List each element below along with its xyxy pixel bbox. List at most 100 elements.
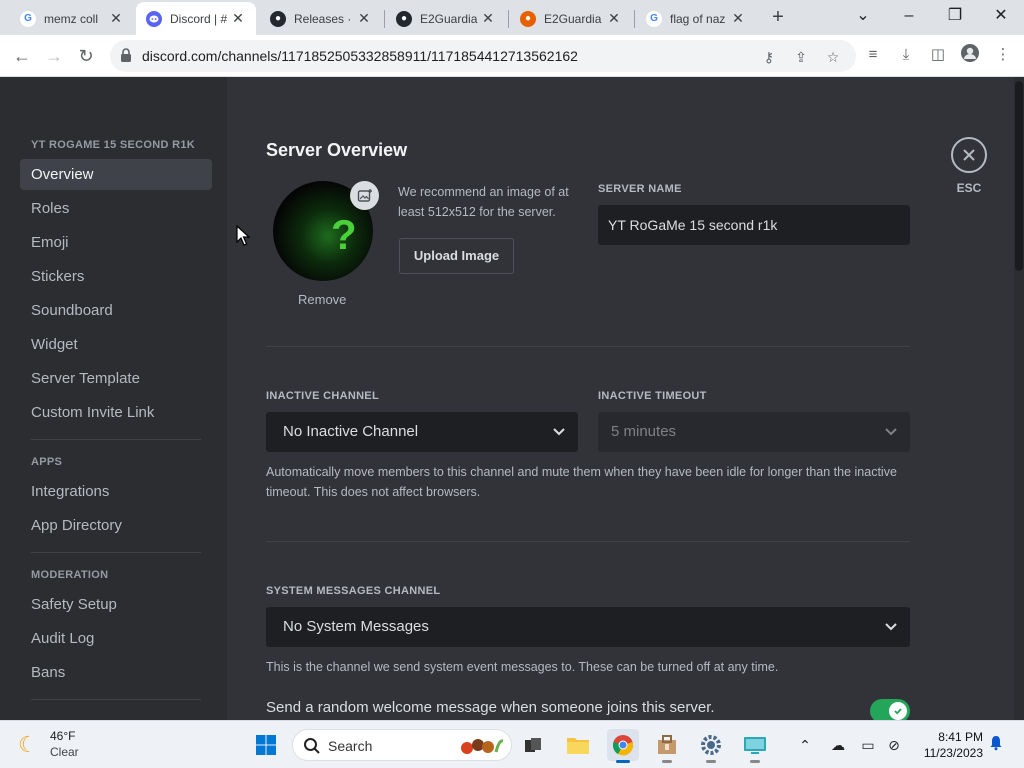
- sidebar-item-soundboard[interactable]: Soundboard: [20, 295, 212, 326]
- browser-tab-5[interactable]: ● E2Guardia ✕: [510, 2, 632, 35]
- weather-temperature: 46°F: [50, 729, 76, 743]
- discord-icon: [146, 10, 162, 27]
- sidebar-item-server-template[interactable]: Server Template: [20, 363, 212, 394]
- system-messages-value: No System Messages: [283, 618, 429, 635]
- sidebar-divider: [31, 699, 201, 700]
- minimize-button[interactable]: –: [895, 4, 923, 28]
- tab-separator: [634, 10, 635, 28]
- close-tab-icon[interactable]: ✕: [480, 10, 496, 27]
- clock-date: 11/23/2023: [923, 746, 983, 760]
- chevron-up-icon[interactable]: ⌃: [795, 735, 815, 755]
- inactive-timeout-value: 5 minutes: [611, 423, 677, 440]
- display-icon[interactable]: ▭: [858, 735, 878, 755]
- system-messages-label: SYSTEM MESSAGES CHANNEL: [266, 585, 441, 597]
- key-icon[interactable]: ⚷: [759, 47, 779, 67]
- reload-icon[interactable]: ↻: [73, 43, 99, 69]
- taskbar-search[interactable]: Search: [292, 729, 512, 761]
- inactive-timeout-select: 5 minutes: [598, 412, 910, 452]
- search-placeholder: Search: [328, 738, 373, 754]
- browser-tab-4[interactable]: ● E2Guardia ✕: [386, 2, 506, 35]
- tab-strip: G memz coll ✕ Discord | # ✕ ● Releases ·…: [0, 0, 1024, 35]
- moon-icon: ☾: [18, 732, 38, 757]
- maximize-button[interactable]: ❐: [941, 4, 969, 28]
- url-text[interactable]: discord.com/channels/1171852505332858911…: [142, 48, 578, 64]
- file-explorer-icon[interactable]: [562, 729, 594, 761]
- github-icon: ●: [396, 10, 412, 27]
- sidebar-item-roles[interactable]: Roles: [20, 193, 212, 224]
- new-tab-button[interactable]: +: [766, 5, 790, 29]
- mouse-cursor-icon: [236, 225, 250, 246]
- close-tab-icon[interactable]: ✕: [108, 10, 124, 27]
- address-bar[interactable]: discord.com/channels/1171852505332858911…: [110, 40, 856, 72]
- chevron-down-icon: [885, 623, 897, 631]
- cloud-offline-icon[interactable]: ☁: [828, 735, 848, 755]
- upload-image-button[interactable]: Upload Image: [399, 238, 514, 274]
- clock-time: 8:41 PM: [938, 730, 983, 744]
- chrome-menu-icon[interactable]: ⋮: [991, 43, 1015, 67]
- taskbar: ☾ 46°F Clear Search ⌃ ☁ ▭ ⊘ 8:41 PM 11/2…: [0, 720, 1024, 768]
- back-arrow-icon[interactable]: ←: [9, 43, 35, 69]
- close-tab-icon[interactable]: ✕: [230, 10, 246, 27]
- close-window-button[interactable]: ✕: [987, 4, 1015, 28]
- close-tab-icon[interactable]: ✕: [730, 10, 746, 27]
- inactive-channel-select[interactable]: No Inactive Channel: [266, 412, 578, 452]
- system-clock[interactable]: 8:41 PM 11/23/2023: [913, 729, 983, 761]
- volume-muted-icon[interactable]: ⊘: [884, 735, 904, 755]
- sidebar-item-safety-setup[interactable]: Safety Setup: [20, 589, 212, 620]
- browser-tab-1[interactable]: G memz coll ✕: [10, 2, 134, 35]
- sidebar-item-custom-invite-link[interactable]: Custom Invite Link: [20, 397, 212, 428]
- settings-sidebar: YT ROGAME 15 SECOND R1K Overview Roles E…: [0, 77, 227, 720]
- profile-avatar-icon[interactable]: [958, 43, 982, 67]
- search-highlight-graphic: [461, 739, 504, 754]
- active-indicator: [616, 760, 630, 763]
- tab-title: E2Guardia: [420, 11, 478, 26]
- moderation-header: MODERATION: [31, 569, 109, 581]
- system-messages-help: This is the channel we send system event…: [266, 660, 779, 674]
- sidebar-item-stickers[interactable]: Stickers: [20, 261, 212, 292]
- weather-condition: Clear: [50, 745, 79, 759]
- google-icon: G: [646, 10, 662, 27]
- remove-icon-link[interactable]: Remove: [298, 292, 346, 307]
- tab-search-chevron-icon[interactable]: ⌄: [849, 4, 877, 28]
- close-tab-icon[interactable]: ✕: [606, 10, 622, 27]
- sidebar-item-bans[interactable]: Bans: [20, 657, 212, 688]
- share-icon[interactable]: ⇪: [791, 47, 811, 67]
- download-icon[interactable]: ⤓: [894, 43, 918, 67]
- scrollbar-thumb[interactable]: [1015, 81, 1023, 271]
- section-divider: [266, 346, 910, 347]
- google-icon: G: [20, 10, 36, 27]
- task-view-icon[interactable]: [517, 729, 549, 761]
- welcome-message-toggle[interactable]: [870, 699, 910, 720]
- media-queue-icon[interactable]: ≡: [861, 43, 885, 67]
- chevron-down-icon: [885, 428, 897, 436]
- question-mark-graphic: ?: [331, 211, 357, 258]
- browser-tab-2[interactable]: Discord | # ✕: [136, 2, 256, 35]
- side-panel-icon[interactable]: ◫: [926, 43, 950, 67]
- close-icon[interactable]: [951, 137, 987, 173]
- chrome-icon[interactable]: [607, 729, 639, 763]
- close-settings[interactable]: ESC: [951, 137, 987, 195]
- sidebar-item-audit-log[interactable]: Audit Log: [20, 623, 212, 654]
- tab-separator: [384, 10, 385, 28]
- store-app-icon[interactable]: [651, 729, 683, 763]
- sidebar-item-widget[interactable]: Widget: [20, 329, 212, 360]
- bookmark-star-icon[interactable]: ☆: [823, 47, 843, 67]
- close-tab-icon[interactable]: ✕: [356, 10, 372, 27]
- browser-tab-6[interactable]: G flag of naz ✕: [636, 2, 756, 35]
- notification-bell-icon[interactable]: [986, 735, 1006, 755]
- welcome-message-label: Send a random welcome message when someo…: [266, 699, 715, 716]
- sidebar-item-overview[interactable]: Overview: [20, 159, 212, 190]
- system-messages-select[interactable]: No System Messages: [266, 607, 910, 647]
- forward-arrow-icon[interactable]: →: [41, 43, 67, 69]
- sidebar-item-integrations[interactable]: Integrations: [20, 476, 212, 507]
- server-name-input[interactable]: YT RoGaMe 15 second r1k: [598, 205, 910, 245]
- sidebar-item-app-directory[interactable]: App Directory: [20, 510, 212, 541]
- settings-gear-icon[interactable]: [695, 729, 727, 763]
- remote-desktop-icon[interactable]: [739, 729, 771, 763]
- lock-icon[interactable]: [120, 48, 132, 62]
- browser-tab-3[interactable]: ● Releases · ✕: [260, 2, 382, 35]
- windows-start-icon[interactable]: [250, 729, 282, 761]
- sidebar-item-emoji[interactable]: Emoji: [20, 227, 212, 258]
- esc-label: ESC: [956, 181, 982, 195]
- add-image-icon[interactable]: [350, 181, 379, 210]
